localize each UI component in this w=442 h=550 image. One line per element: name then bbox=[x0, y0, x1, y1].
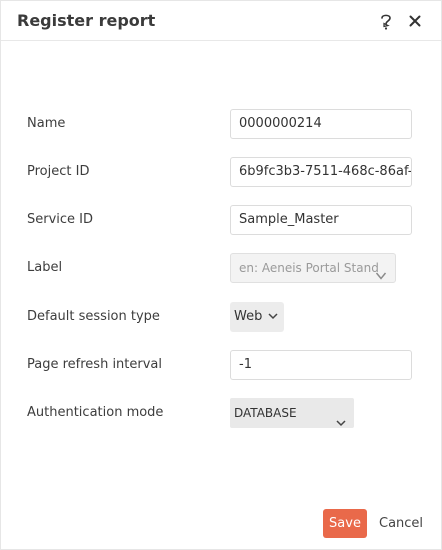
session-type-label: Default session type bbox=[27, 309, 160, 324]
auth-mode-row: Authentication mode DATABASE bbox=[1, 398, 441, 428]
auth-mode-select[interactable]: DATABASE bbox=[230, 398, 354, 428]
dialog-title: Register report bbox=[17, 11, 156, 30]
project-id-input[interactable]: 6b9fc3b3-7511-468c-86af-e bbox=[230, 157, 412, 187]
session-type-row: Default session type Web bbox=[1, 302, 441, 332]
service-id-row: Service ID Sample_Master bbox=[1, 205, 441, 235]
label-select-value: en: Aeneis Portal Stand bbox=[239, 261, 379, 275]
session-type-value: Web bbox=[234, 309, 263, 324]
name-label: Name bbox=[27, 116, 66, 131]
name-input[interactable]: 0000000214 bbox=[230, 109, 412, 139]
save-button[interactable]: Save bbox=[323, 509, 367, 538]
service-id-label: Service ID bbox=[27, 212, 94, 227]
chevron-down-icon bbox=[336, 408, 346, 438]
dialog-header: Register report bbox=[1, 1, 441, 41]
chevron-down-icon bbox=[268, 302, 278, 332]
project-id-row: Project ID 6b9fc3b3-7511-468c-86af-e bbox=[1, 157, 441, 187]
service-id-input[interactable]: Sample_Master bbox=[230, 205, 412, 235]
cancel-button[interactable]: Cancel bbox=[375, 509, 427, 538]
chevron-down-icon bbox=[375, 263, 387, 282]
label-select: en: Aeneis Portal Stand bbox=[230, 253, 396, 283]
refresh-interval-label: Page refresh interval bbox=[27, 357, 163, 372]
session-type-select[interactable]: Web bbox=[230, 302, 285, 332]
auth-mode-label: Authentication mode bbox=[27, 405, 164, 420]
register-report-dialog: Register report Name 0000000214 Project … bbox=[0, 0, 442, 550]
refresh-interval-row: Page refresh interval -1 bbox=[1, 350, 441, 380]
label-row: Label en: Aeneis Portal Stand bbox=[1, 253, 441, 283]
refresh-interval-input[interactable]: -1 bbox=[230, 350, 412, 380]
auth-mode-value: DATABASE bbox=[234, 406, 297, 420]
label-label: Label bbox=[27, 260, 63, 275]
close-icon[interactable] bbox=[405, 11, 425, 31]
name-row: Name 0000000214 bbox=[1, 109, 441, 139]
project-id-label: Project ID bbox=[27, 164, 90, 179]
help-icon[interactable] bbox=[376, 11, 396, 31]
